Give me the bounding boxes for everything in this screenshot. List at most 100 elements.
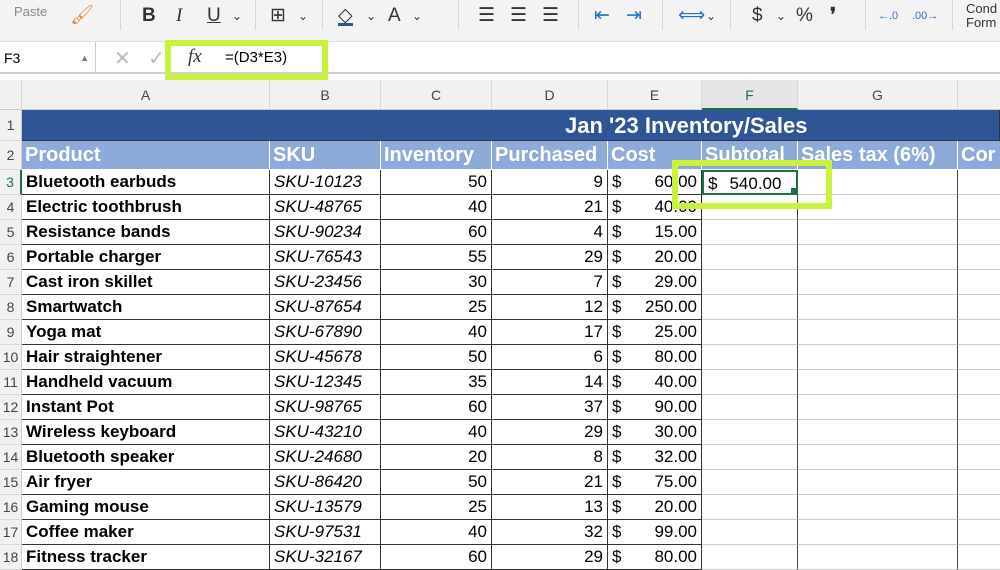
cell-cost[interactable]: $90.00 bbox=[608, 395, 702, 420]
fx-icon[interactable]: fx bbox=[188, 46, 202, 68]
stepper-icon[interactable]: ▲ bbox=[80, 42, 89, 74]
cell-cost[interactable]: $30.00 bbox=[608, 420, 702, 445]
cell-purchased[interactable]: 12 bbox=[492, 295, 608, 320]
cell-cost[interactable]: $75.00 bbox=[608, 470, 702, 495]
cell-purchased[interactable]: 14 bbox=[492, 370, 608, 395]
cell-subtotal[interactable] bbox=[702, 220, 798, 245]
row-header[interactable]: 10 bbox=[0, 345, 22, 370]
paste-button[interactable]: Paste bbox=[14, 0, 47, 24]
cell-tax[interactable] bbox=[798, 370, 958, 395]
cell-sku[interactable]: SKU-97531 bbox=[270, 520, 381, 545]
cell-sku[interactable]: SKU-90234 bbox=[270, 220, 381, 245]
percent-button[interactable]: % bbox=[796, 4, 813, 28]
row-header[interactable]: 1 bbox=[0, 110, 22, 141]
chevron-down-icon[interactable]: ⌄ bbox=[298, 4, 308, 28]
underline-button[interactable]: U bbox=[207, 4, 221, 28]
align-left-icon[interactable]: ☰ bbox=[478, 4, 495, 28]
cell-total[interactable] bbox=[958, 220, 1000, 245]
cell-tax[interactable] bbox=[798, 295, 958, 320]
fill-handle[interactable] bbox=[791, 188, 796, 193]
cell-inventory[interactable]: 50 bbox=[381, 470, 492, 495]
cell-product[interactable]: Resistance bands bbox=[22, 220, 270, 245]
cell-total[interactable] bbox=[958, 470, 1000, 495]
header-cell-inventory[interactable]: Inventory bbox=[381, 141, 492, 170]
cell-inventory[interactable]: 60 bbox=[381, 395, 492, 420]
column-header-b[interactable]: B bbox=[270, 80, 381, 110]
cell-purchased[interactable]: 37 bbox=[492, 395, 608, 420]
cell-sku[interactable]: SKU-43210 bbox=[270, 420, 381, 445]
cell-cost[interactable]: $20.00 bbox=[608, 245, 702, 270]
row-header[interactable]: 4 bbox=[0, 195, 22, 220]
cell-product[interactable]: Fitness tracker bbox=[22, 545, 270, 570]
cell-subtotal[interactable] bbox=[702, 445, 798, 470]
formula-input[interactable]: =(D3*E3) bbox=[225, 49, 287, 66]
cell-tax[interactable] bbox=[798, 395, 958, 420]
cell-purchased[interactable]: 21 bbox=[492, 470, 608, 495]
cell-sku[interactable]: SKU-12345 bbox=[270, 370, 381, 395]
cell-product[interactable]: Bluetooth earbuds bbox=[22, 170, 270, 195]
increase-decimal-button[interactable]: ←.0 bbox=[878, 4, 898, 28]
cell-product[interactable]: Hair straightener bbox=[22, 345, 270, 370]
column-header-h[interactable] bbox=[958, 80, 1000, 110]
cell-inventory[interactable]: 40 bbox=[381, 195, 492, 220]
font-color-button[interactable]: A bbox=[388, 4, 401, 28]
row-header[interactable]: 16 bbox=[0, 495, 22, 520]
cell-sku[interactable]: SKU-48765 bbox=[270, 195, 381, 220]
cell-sku[interactable]: SKU-98765 bbox=[270, 395, 381, 420]
cell-product[interactable]: Handheld vacuum bbox=[22, 370, 270, 395]
column-header-d[interactable]: D bbox=[492, 80, 608, 110]
cell-inventory[interactable]: 60 bbox=[381, 545, 492, 570]
cell-cost[interactable]: $20.00 bbox=[608, 495, 702, 520]
cell-inventory[interactable]: 55 bbox=[381, 245, 492, 270]
spreadsheet-grid[interactable]: A B C D E F G 1 2 Jan '23 Inventory/Sales Product S… bbox=[0, 80, 1000, 570]
enter-icon[interactable]: ✓ bbox=[148, 46, 165, 71]
format-painter-icon[interactable]: 🖌 bbox=[70, 4, 94, 28]
cell-sku[interactable]: SKU-13579 bbox=[270, 495, 381, 520]
cell-total[interactable] bbox=[958, 420, 1000, 445]
cell-purchased[interactable]: 6 bbox=[492, 345, 608, 370]
cell-tax[interactable] bbox=[798, 245, 958, 270]
cell-tax[interactable] bbox=[798, 470, 958, 495]
row-header[interactable]: 15 bbox=[0, 470, 22, 495]
row-header[interactable]: 8 bbox=[0, 295, 22, 320]
cell-subtotal[interactable] bbox=[702, 370, 798, 395]
cell-sku[interactable]: SKU-24680 bbox=[270, 445, 381, 470]
cell-sku[interactable]: SKU-32167 bbox=[270, 545, 381, 570]
cell-subtotal[interactable] bbox=[702, 545, 798, 570]
cell-inventory[interactable]: 20 bbox=[381, 445, 492, 470]
row-header[interactable]: 7 bbox=[0, 270, 22, 295]
cell-purchased[interactable]: 17 bbox=[492, 320, 608, 345]
italic-button[interactable]: I bbox=[176, 4, 182, 28]
cell-total[interactable] bbox=[958, 170, 1000, 195]
cell-inventory[interactable]: 50 bbox=[381, 170, 492, 195]
cell-sku[interactable]: SKU-23456 bbox=[270, 270, 381, 295]
cell-inventory[interactable]: 25 bbox=[381, 295, 492, 320]
cell-cost[interactable]: $15.00 bbox=[608, 220, 702, 245]
sheet-title[interactable]: Jan '23 Inventory/Sales bbox=[22, 110, 1000, 141]
row-header[interactable]: 12 bbox=[0, 395, 22, 420]
cell-cost[interactable]: $40.00 bbox=[608, 195, 702, 220]
cell-purchased[interactable]: 29 bbox=[492, 545, 608, 570]
cell-purchased[interactable]: 29 bbox=[492, 245, 608, 270]
conditional-formatting-button[interactable]: Cond Form bbox=[966, 2, 1000, 30]
cell-inventory[interactable]: 40 bbox=[381, 420, 492, 445]
column-header-g[interactable]: G bbox=[798, 80, 958, 110]
cell-product[interactable]: Air fryer bbox=[22, 470, 270, 495]
cell-sku[interactable]: SKU-67890 bbox=[270, 320, 381, 345]
cell-product[interactable]: Yoga mat bbox=[22, 320, 270, 345]
cell-purchased[interactable]: 29 bbox=[492, 420, 608, 445]
cell-total[interactable] bbox=[958, 445, 1000, 470]
cell-subtotal[interactable] bbox=[702, 520, 798, 545]
cell-product[interactable]: Bluetooth speaker bbox=[22, 445, 270, 470]
cell-inventory[interactable]: 50 bbox=[381, 345, 492, 370]
bold-button[interactable]: B bbox=[142, 4, 156, 28]
borders-icon[interactable]: ⊞ bbox=[270, 4, 286, 28]
cell-inventory[interactable]: 40 bbox=[381, 320, 492, 345]
row-header[interactable]: 17 bbox=[0, 520, 22, 545]
row-header[interactable]: 14 bbox=[0, 445, 22, 470]
cell-subtotal[interactable] bbox=[702, 345, 798, 370]
merge-center-icon[interactable]: ⟺ bbox=[678, 4, 705, 28]
cell-product[interactable]: Coffee maker bbox=[22, 520, 270, 545]
align-right-icon[interactable]: ☰ bbox=[542, 4, 559, 28]
cell-sku[interactable]: SKU-10123 bbox=[270, 170, 381, 195]
